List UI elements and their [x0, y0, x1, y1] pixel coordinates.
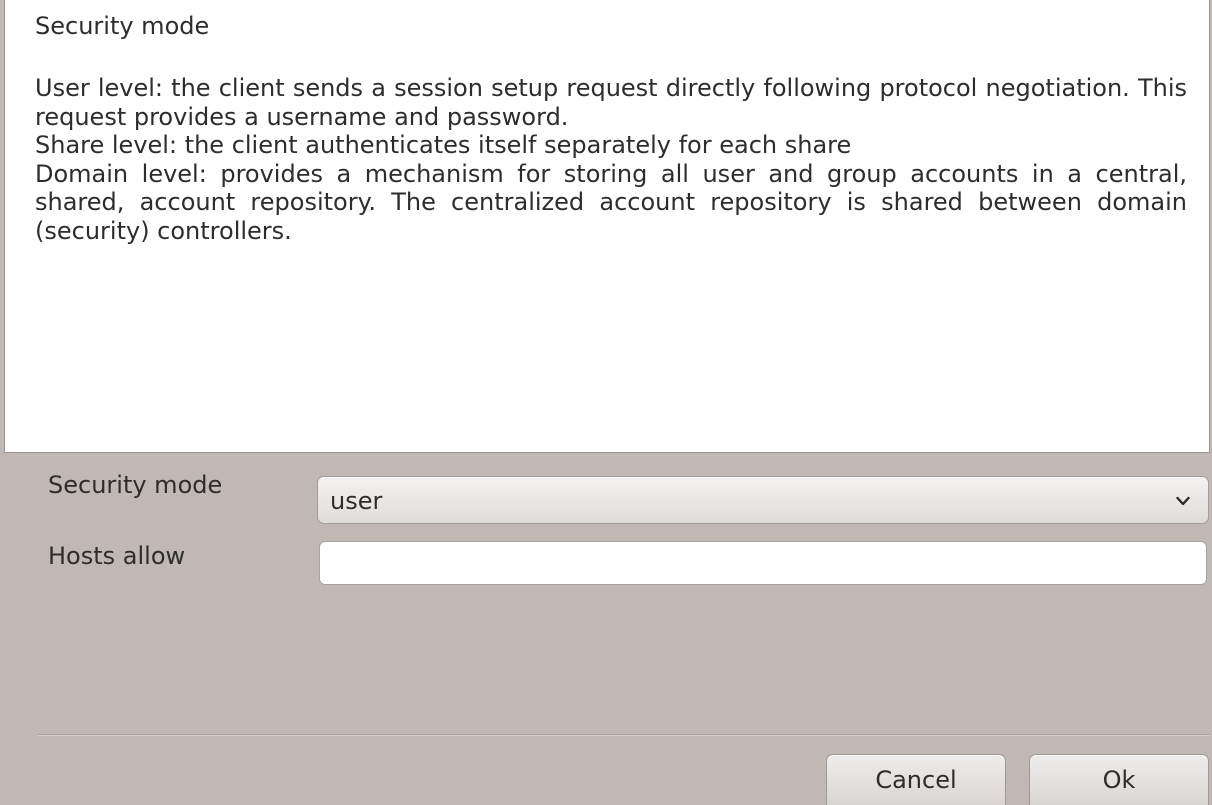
separator: [38, 734, 1210, 736]
security-mode-select[interactable]: user: [317, 476, 1209, 524]
security-mode-selected-value: user: [330, 487, 383, 515]
help-title: Security mode: [35, 12, 210, 40]
help-paragraph-share-level: Share level: the client authenticates it…: [35, 131, 852, 160]
help-text: User level: the client sends a session s…: [35, 74, 1187, 246]
hosts-allow-label: Hosts allow: [48, 542, 186, 570]
ok-button[interactable]: Ok: [1029, 754, 1209, 805]
chevron-down-icon: [1176, 496, 1190, 506]
help-paragraph-domain-level: Domain level: provides a mechanism for s…: [35, 159, 1187, 245]
help-paragraph-user-level: User level: the client sends a session s…: [35, 74, 1187, 131]
help-panel: Security mode User level: the client sen…: [4, 0, 1210, 453]
cancel-button[interactable]: Cancel: [826, 754, 1006, 805]
hosts-allow-input[interactable]: [319, 541, 1207, 585]
security-mode-label: Security mode: [48, 471, 223, 499]
